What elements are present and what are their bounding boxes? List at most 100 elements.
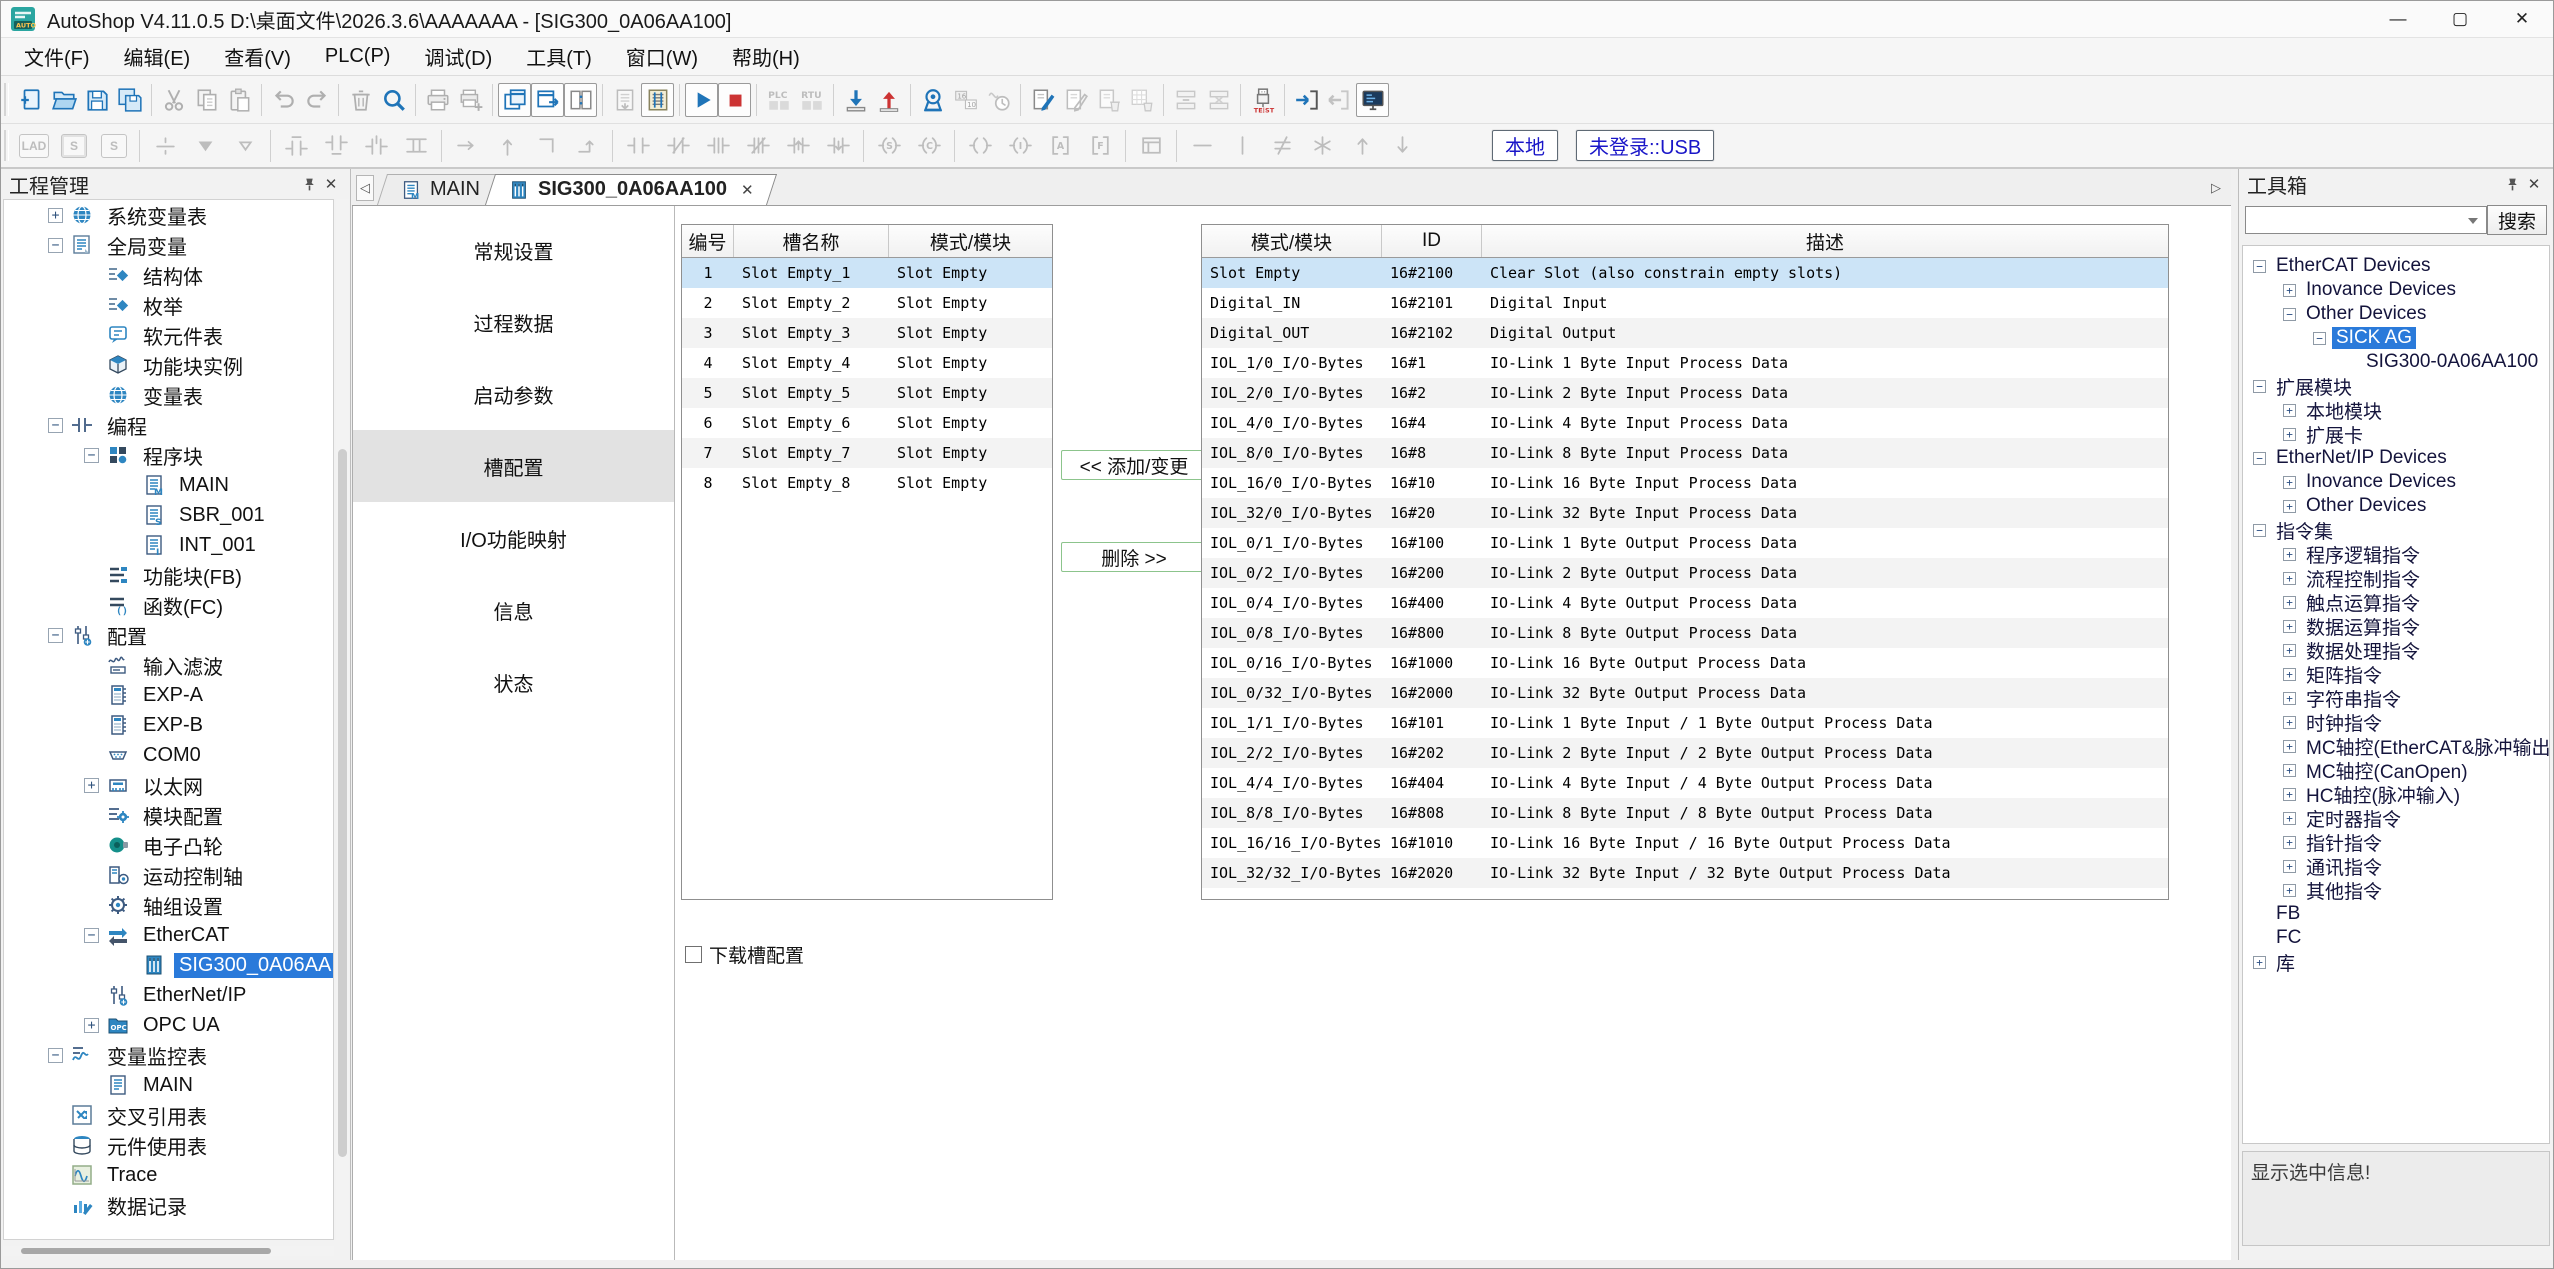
- table-row[interactable]: IOL_4/4_I/O-Bytes16#404IO-Link 4 Byte In…: [1202, 768, 2168, 798]
- project-tree-item[interactable]: −程序块: [4, 440, 333, 470]
- toolbox-tree-item[interactable]: SIG300-0A06AA100: [2243, 350, 2549, 374]
- project-tree-item[interactable]: EXP-B: [4, 710, 333, 740]
- table-row[interactable]: IOL_2/0_I/O-Bytes16#2IO-Link 2 Byte Inpu…: [1202, 378, 2168, 408]
- toolbox-pin-icon[interactable]: [2501, 174, 2523, 194]
- project-tree-item[interactable]: Trace: [4, 1160, 333, 1190]
- menu-item-5[interactable]: 调试(D): [407, 38, 509, 75]
- project-tree-item[interactable]: 枚举: [4, 290, 333, 320]
- table-row[interactable]: IOL_8/0_I/O-Bytes16#8IO-Link 8 Byte Inpu…: [1202, 438, 2168, 468]
- project-panel-close-icon[interactable]: ✕: [320, 174, 342, 194]
- window-export-button[interactable]: [531, 83, 564, 117]
- project-tree-item[interactable]: −全局变量: [4, 230, 333, 260]
- table-row[interactable]: 5Slot Empty_5Slot Empty: [682, 378, 1052, 408]
- set-s-button-2[interactable]: S: [94, 128, 134, 164]
- project-tree-item[interactable]: EtherNet/IP: [4, 980, 333, 1010]
- toolbox-tree-item[interactable]: −指令集: [2243, 518, 2549, 542]
- expand-icon[interactable]: +: [2283, 860, 2296, 873]
- collapse-icon[interactable]: −: [48, 238, 63, 253]
- edit-write-button[interactable]: [1026, 83, 1059, 117]
- project-tree-item[interactable]: 软元件表: [4, 320, 333, 350]
- add-change-button[interactable]: << 添加/变更: [1061, 450, 1207, 480]
- toolbox-tree-item[interactable]: +通讯指令: [2243, 854, 2549, 878]
- expand-icon[interactable]: +: [84, 778, 99, 793]
- project-tree-item[interactable]: 数据记录: [4, 1190, 333, 1220]
- search-combobox[interactable]: [2245, 206, 2487, 234]
- toolbox-tree-item[interactable]: +数据运算指令: [2243, 614, 2549, 638]
- project-tree-item[interactable]: COM0: [4, 740, 333, 770]
- expand-icon[interactable]: +: [2283, 500, 2296, 513]
- expand-icon[interactable]: +: [48, 208, 63, 223]
- tab-scroll-left-icon[interactable]: ◁: [356, 175, 374, 201]
- collapse-icon[interactable]: −: [2313, 332, 2326, 345]
- toolbox-tree-item[interactable]: +数据处理指令: [2243, 638, 2549, 662]
- local-button[interactable]: 本地: [1492, 130, 1558, 161]
- table-row[interactable]: IOL_0/1_I/O-Bytes16#100IO-Link 1 Byte Ou…: [1202, 528, 2168, 558]
- table-row[interactable]: Digital_OUT16#2102Digital Output: [1202, 318, 2168, 348]
- device-nav-1[interactable]: 常规设置: [353, 214, 674, 286]
- table-row[interactable]: IOL_0/8_I/O-Bytes16#800IO-Link 8 Byte Ou…: [1202, 618, 2168, 648]
- menu-item-1[interactable]: 文件(F): [7, 38, 107, 75]
- table-row[interactable]: 1Slot Empty_1Slot Empty: [682, 258, 1052, 288]
- usb-test-button[interactable]: TE|ST: [1246, 83, 1279, 117]
- collapse-icon[interactable]: −: [2253, 524, 2266, 537]
- delete-button[interactable]: 删除 >>: [1061, 542, 1207, 572]
- window-cascade-button[interactable]: [498, 83, 531, 117]
- menu-item-8[interactable]: 帮助(H): [715, 38, 817, 75]
- menu-item-3[interactable]: 查看(V): [207, 38, 308, 75]
- expand-icon[interactable]: +: [2283, 284, 2296, 297]
- table-row[interactable]: 3Slot Empty_3Slot Empty: [682, 318, 1052, 348]
- toolbox-tree-item[interactable]: +HC轴控(脉冲输入): [2243, 782, 2549, 806]
- collapse-icon[interactable]: −: [48, 1048, 63, 1063]
- collapse-icon[interactable]: −: [2253, 452, 2266, 465]
- toolbox-tree-item[interactable]: +流程控制指令: [2243, 566, 2549, 590]
- collapse-icon[interactable]: −: [84, 928, 99, 943]
- toolbox-tree-item[interactable]: +其他指令: [2243, 878, 2549, 902]
- expand-icon[interactable]: +: [2283, 884, 2296, 897]
- maximize-button[interactable]: ▢: [2429, 1, 2491, 37]
- menu-item-2[interactable]: 编辑(E): [107, 38, 208, 75]
- project-tree-item[interactable]: −配置: [4, 620, 333, 650]
- tab-main[interactable]: MMAIN: [382, 174, 498, 205]
- search-button[interactable]: [377, 83, 410, 117]
- device-nav-7[interactable]: 状态: [353, 646, 674, 718]
- expand-icon[interactable]: +: [2283, 668, 2296, 681]
- toolbox-tree-item[interactable]: +定时器指令: [2243, 806, 2549, 830]
- expand-icon[interactable]: +: [84, 1018, 99, 1033]
- table-row[interactable]: IOL_2/2_I/O-Bytes16#202IO-Link 2 Byte In…: [1202, 738, 2168, 768]
- expand-icon[interactable]: +: [2283, 476, 2296, 489]
- expand-icon[interactable]: +: [2283, 404, 2296, 417]
- toolbox-tree-item[interactable]: −EtherNet/IP Devices: [2243, 446, 2549, 470]
- project-tree-item[interactable]: MMAIN: [4, 470, 333, 500]
- login-status-button[interactable]: 未登录::USB: [1576, 130, 1714, 161]
- run-button[interactable]: [685, 83, 718, 117]
- table-row[interactable]: 7Slot Empty_7Slot Empty: [682, 438, 1052, 468]
- compile-all-button[interactable]: [641, 83, 674, 117]
- project-tree-item[interactable]: 交叉引用表: [4, 1100, 333, 1130]
- toolbox-tree-item[interactable]: +程序逻辑指令: [2243, 542, 2549, 566]
- project-tree-item[interactable]: −变量监控表: [4, 1040, 333, 1070]
- expand-icon[interactable]: +: [2283, 428, 2296, 441]
- save-all-button[interactable]: [113, 83, 146, 117]
- device-nav-6[interactable]: 信息: [353, 574, 674, 646]
- jump-in-button[interactable]: [1290, 83, 1323, 117]
- toolbox-tree-item[interactable]: +库: [2243, 950, 2549, 974]
- project-tree-item[interactable]: ()函数(FC): [4, 590, 333, 620]
- project-tree-item[interactable]: MAIN: [4, 1070, 333, 1100]
- project-tree-item[interactable]: +系统变量表: [4, 200, 333, 230]
- device-nav-5[interactable]: I/O功能映射: [353, 502, 674, 574]
- search-button[interactable]: 搜索: [2487, 205, 2547, 235]
- monitor-cam-button[interactable]: [916, 83, 949, 117]
- expand-icon[interactable]: +: [2283, 572, 2296, 585]
- expand-icon[interactable]: +: [2283, 596, 2296, 609]
- toolbox-tree-item[interactable]: +Inovance Devices: [2243, 470, 2549, 494]
- collapse-icon[interactable]: −: [84, 448, 99, 463]
- project-tree-item[interactable]: 元件使用表: [4, 1130, 333, 1160]
- table-row[interactable]: IOL_1/0_I/O-Bytes16#1IO-Link 1 Byte Inpu…: [1202, 348, 2168, 378]
- table-row[interactable]: IOL_0/4_I/O-Bytes16#400IO-Link 4 Byte Ou…: [1202, 588, 2168, 618]
- pin-icon[interactable]: [298, 174, 320, 194]
- project-tree-item[interactable]: 电子凸轮: [4, 830, 333, 860]
- toolbox-tree-item[interactable]: −SICK AG: [2243, 326, 2549, 350]
- toolbox-tree-item[interactable]: −EtherCAT Devices: [2243, 254, 2549, 278]
- collapse-icon[interactable]: −: [2283, 308, 2296, 321]
- table-row[interactable]: IOL_32/0_I/O-Bytes16#20IO-Link 32 Byte I…: [1202, 498, 2168, 528]
